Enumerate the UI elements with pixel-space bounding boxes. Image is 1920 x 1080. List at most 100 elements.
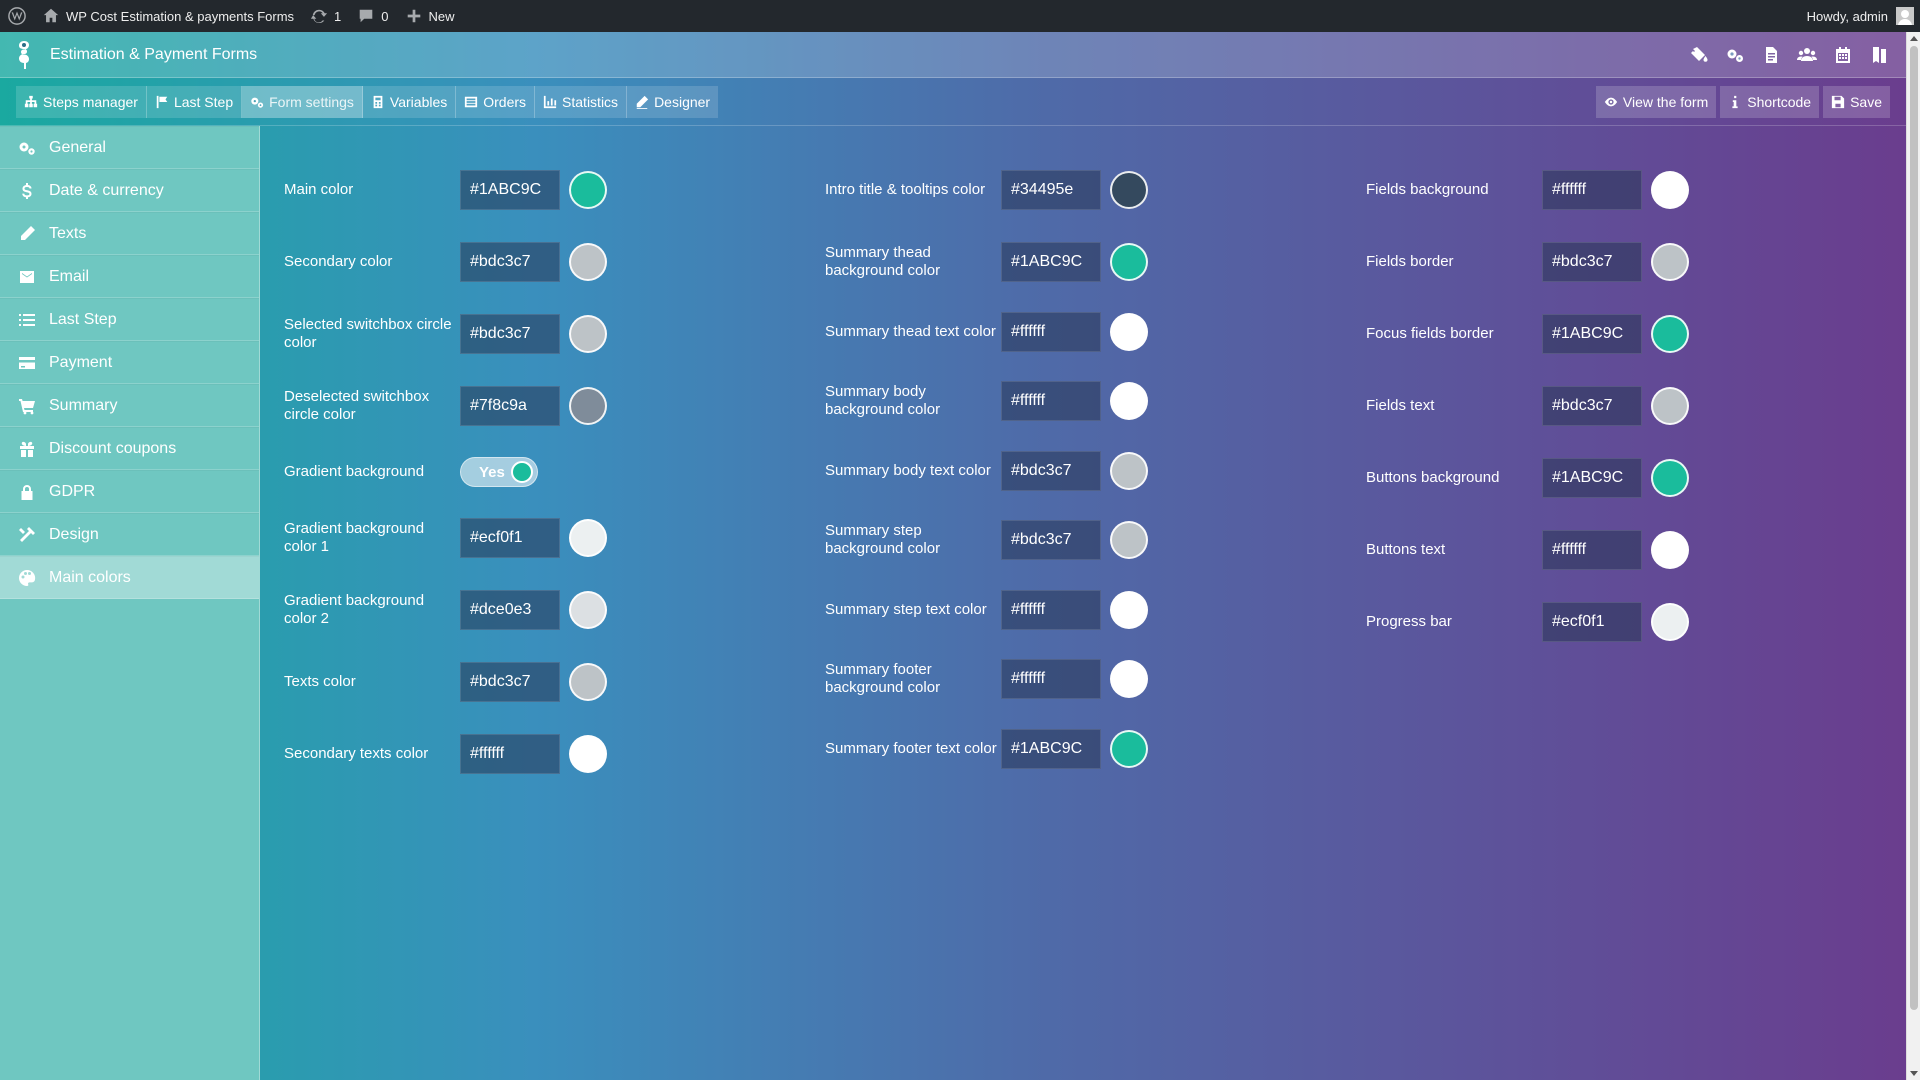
comments-link[interactable]: 0 bbox=[349, 0, 396, 32]
comment-icon bbox=[359, 9, 373, 23]
fields-background-input[interactable]: #ffffff bbox=[1542, 170, 1642, 210]
scrollbar-thumb[interactable] bbox=[1910, 46, 1918, 1010]
tab-bar: Steps manager Last Step Form settings Va… bbox=[0, 78, 1906, 126]
sidebar-item-email[interactable]: Email bbox=[0, 255, 259, 298]
color-row-buttons-background: Buttons background #1ABC9C bbox=[1342, 442, 1862, 514]
sidebar-item-payment[interactable]: Payment bbox=[0, 341, 259, 384]
gradient-color-2-swatch[interactable] bbox=[569, 591, 607, 629]
sidebar-item-summary[interactable]: Summary bbox=[0, 384, 259, 427]
summary-step-text-input[interactable]: #ffffff bbox=[1001, 589, 1101, 630]
avatar bbox=[1896, 7, 1914, 25]
fields-text-input[interactable]: #bdc3c7 bbox=[1542, 386, 1642, 426]
summary-step-bg-input[interactable]: #bdc3c7 bbox=[1001, 520, 1101, 560]
gradient-color-1-swatch[interactable] bbox=[569, 519, 607, 557]
summary-body-bg-swatch[interactable] bbox=[1110, 382, 1148, 420]
color-row-gradient-background: Gradient background Yes bbox=[260, 442, 780, 502]
focus-fields-border-input[interactable]: #1ABC9C bbox=[1542, 314, 1642, 354]
gradient-background-toggle[interactable]: Yes bbox=[460, 457, 538, 487]
summary-thead-text-input[interactable]: #ffffff bbox=[1001, 311, 1101, 352]
secondary-texts-color-input[interactable]: #ffffff bbox=[460, 734, 560, 774]
sidebar-item-texts[interactable]: Texts bbox=[0, 212, 259, 255]
buttons-background-swatch[interactable] bbox=[1651, 459, 1689, 497]
color-row-intro-title: Intro title & tooltips color #34495e bbox=[801, 154, 1321, 226]
page-scrollbar[interactable] bbox=[1906, 32, 1920, 1080]
summary-thead-bg-input[interactable]: #1ABC9C bbox=[1001, 242, 1101, 282]
wp-logo-menu[interactable] bbox=[0, 0, 34, 32]
shortcode-button[interactable]: Shortcode bbox=[1720, 86, 1820, 118]
selected-switchbox-input[interactable]: #bdc3c7 bbox=[460, 314, 560, 354]
buttons-text-swatch[interactable] bbox=[1651, 531, 1689, 569]
summary-thead-bg-swatch[interactable] bbox=[1110, 243, 1148, 281]
sidebar-item-last-step[interactable]: Last Step bbox=[0, 298, 259, 341]
summary-footer-text-input[interactable]: #1ABC9C bbox=[1001, 728, 1101, 769]
save-button[interactable]: Save bbox=[1823, 86, 1890, 118]
texts-color-swatch[interactable] bbox=[569, 663, 607, 701]
tab-steps-manager[interactable]: Steps manager bbox=[16, 86, 147, 118]
view-form-button[interactable]: View the form bbox=[1595, 86, 1717, 118]
scroll-up-arrow-icon[interactable] bbox=[1910, 36, 1918, 41]
progress-bar-input[interactable]: #ecf0f1 bbox=[1542, 602, 1642, 642]
sidebar-item-design[interactable]: Design bbox=[0, 513, 259, 556]
new-label: New bbox=[428, 8, 455, 24]
summary-body-bg-input[interactable]: #ffffff bbox=[1001, 381, 1101, 421]
document-icon[interactable] bbox=[1756, 40, 1786, 70]
selected-switchbox-swatch[interactable] bbox=[569, 315, 607, 353]
focus-fields-border-swatch[interactable] bbox=[1651, 315, 1689, 353]
fields-background-swatch[interactable] bbox=[1651, 171, 1689, 209]
scroll-down-arrow-icon[interactable] bbox=[1910, 1071, 1918, 1076]
sidebar-item-discount-coupons[interactable]: Discount coupons bbox=[0, 427, 259, 470]
gears-icon[interactable] bbox=[1720, 40, 1750, 70]
account-menu[interactable]: Howdy, admin bbox=[1793, 0, 1920, 32]
secondary-texts-color-swatch[interactable] bbox=[569, 735, 607, 773]
secondary-color-input[interactable]: #bdc3c7 bbox=[460, 242, 560, 282]
progress-bar-swatch[interactable] bbox=[1651, 603, 1689, 641]
color-row-deselected-switchbox: Deselected switchbox circle color #7f8c9a bbox=[260, 370, 780, 442]
fields-text-swatch[interactable] bbox=[1651, 387, 1689, 425]
summary-body-text-input[interactable]: #bdc3c7 bbox=[1001, 450, 1101, 491]
calendar-icon[interactable] bbox=[1828, 40, 1858, 70]
deselected-switchbox-swatch[interactable] bbox=[569, 387, 607, 425]
fields-border-input[interactable]: #bdc3c7 bbox=[1542, 242, 1642, 282]
main-color-input[interactable]: #1ABC9C bbox=[460, 170, 560, 210]
gradient-color-1-input[interactable]: #ecf0f1 bbox=[460, 518, 560, 558]
paint-bucket-icon[interactable] bbox=[1684, 40, 1714, 70]
sidebar-item-gdpr[interactable]: GDPR bbox=[0, 470, 259, 513]
summary-step-text-swatch[interactable] bbox=[1110, 590, 1148, 629]
summary-step-bg-swatch[interactable] bbox=[1110, 521, 1148, 559]
new-content-link[interactable]: New bbox=[397, 0, 463, 32]
secondary-color-swatch[interactable] bbox=[569, 243, 607, 281]
gradient-color-2-input[interactable]: #dce0e3 bbox=[460, 590, 560, 630]
tab-designer[interactable]: Designer bbox=[627, 86, 718, 118]
floppy-icon bbox=[1831, 95, 1845, 109]
summary-footer-bg-swatch[interactable] bbox=[1110, 660, 1148, 698]
users-icon[interactable] bbox=[1792, 40, 1822, 70]
tab-variables[interactable]: Variables bbox=[363, 86, 457, 118]
summary-footer-bg-input[interactable]: #ffffff bbox=[1001, 659, 1101, 699]
summary-body-text-swatch[interactable] bbox=[1110, 451, 1148, 490]
sidebar-item-main-colors[interactable]: Main colors bbox=[0, 556, 259, 599]
summary-thead-text-swatch[interactable] bbox=[1110, 312, 1148, 351]
tab-form-settings[interactable]: Form settings bbox=[242, 86, 363, 118]
tab-last-step[interactable]: Last Step bbox=[147, 86, 243, 118]
site-name-link[interactable]: WP Cost Estimation & payments Forms bbox=[34, 0, 302, 32]
buttons-text-input[interactable]: #ffffff bbox=[1542, 530, 1642, 570]
book-icon[interactable] bbox=[1864, 40, 1894, 70]
updates-link[interactable]: 1 bbox=[302, 0, 349, 32]
intro-title-input[interactable]: #34495e bbox=[1001, 170, 1101, 210]
intro-title-swatch[interactable] bbox=[1110, 171, 1148, 209]
site-name: WP Cost Estimation & payments Forms bbox=[66, 8, 295, 24]
main-color-swatch[interactable] bbox=[569, 171, 607, 209]
texts-color-input[interactable]: #bdc3c7 bbox=[460, 662, 560, 702]
app-title: Estimation & Payment Forms bbox=[50, 45, 258, 63]
sidebar-item-general[interactable]: General bbox=[0, 126, 259, 169]
deselected-switchbox-input[interactable]: #7f8c9a bbox=[460, 386, 560, 426]
buttons-background-input[interactable]: #1ABC9C bbox=[1542, 458, 1642, 498]
main-colors-panel: Main color #1ABC9C Secondary color #bdc3c7… bbox=[260, 126, 1906, 1080]
summary-footer-text-swatch[interactable] bbox=[1110, 729, 1148, 768]
sidebar-item-date-currency[interactable]: Date & currency bbox=[0, 169, 259, 212]
color-row-selected-switchbox: Selected switchbox circle color #bdc3c7 bbox=[260, 298, 780, 370]
sitemap-icon bbox=[24, 95, 38, 108]
tab-statistics[interactable]: Statistics bbox=[535, 86, 628, 118]
fields-border-swatch[interactable] bbox=[1651, 243, 1689, 281]
tab-orders[interactable]: Orders bbox=[456, 86, 536, 118]
